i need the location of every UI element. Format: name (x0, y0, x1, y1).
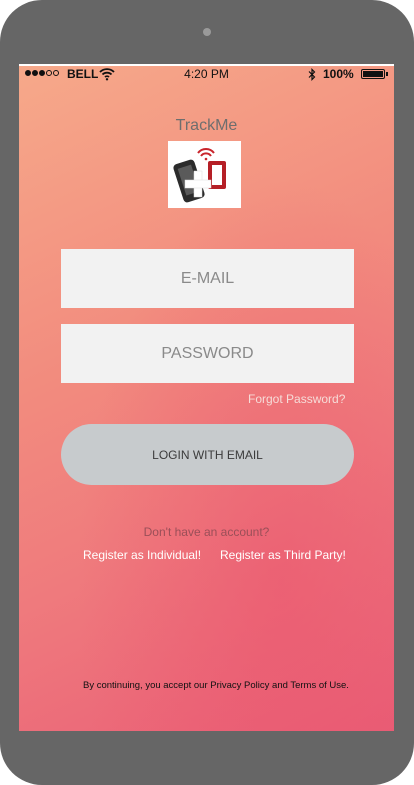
terms-notice: By continuing, you accept our Privacy Po… (83, 680, 349, 691)
app-screen: BELL 4:20 PM 100% TrackMe E-MAIL Forgot … (19, 64, 394, 731)
password-input[interactable] (61, 324, 354, 383)
battery-icon (361, 69, 388, 79)
phone-frame: BELL 4:20 PM 100% TrackMe E-MAIL Forgot … (0, 0, 414, 785)
forgot-password-link[interactable]: Forgot Password? (248, 392, 345, 406)
battery-percentage: 100% (323, 67, 354, 81)
app-title: TrackMe (175, 117, 238, 134)
no-account-prompt: Don't have an account? (143, 525, 270, 539)
login-with-email-button[interactable]: LOGIN WITH EMAIL (61, 424, 354, 485)
phone-plus-logo-icon (168, 141, 241, 208)
register-individual-link[interactable]: Register as Individual! (83, 548, 201, 562)
status-bar: BELL 4:20 PM 100% (19, 66, 394, 84)
bluetooth-icon (308, 68, 316, 81)
email-input[interactable] (61, 249, 354, 308)
camera-dot (203, 28, 211, 36)
register-third-party-link[interactable]: Register as Third Party! (220, 548, 346, 562)
